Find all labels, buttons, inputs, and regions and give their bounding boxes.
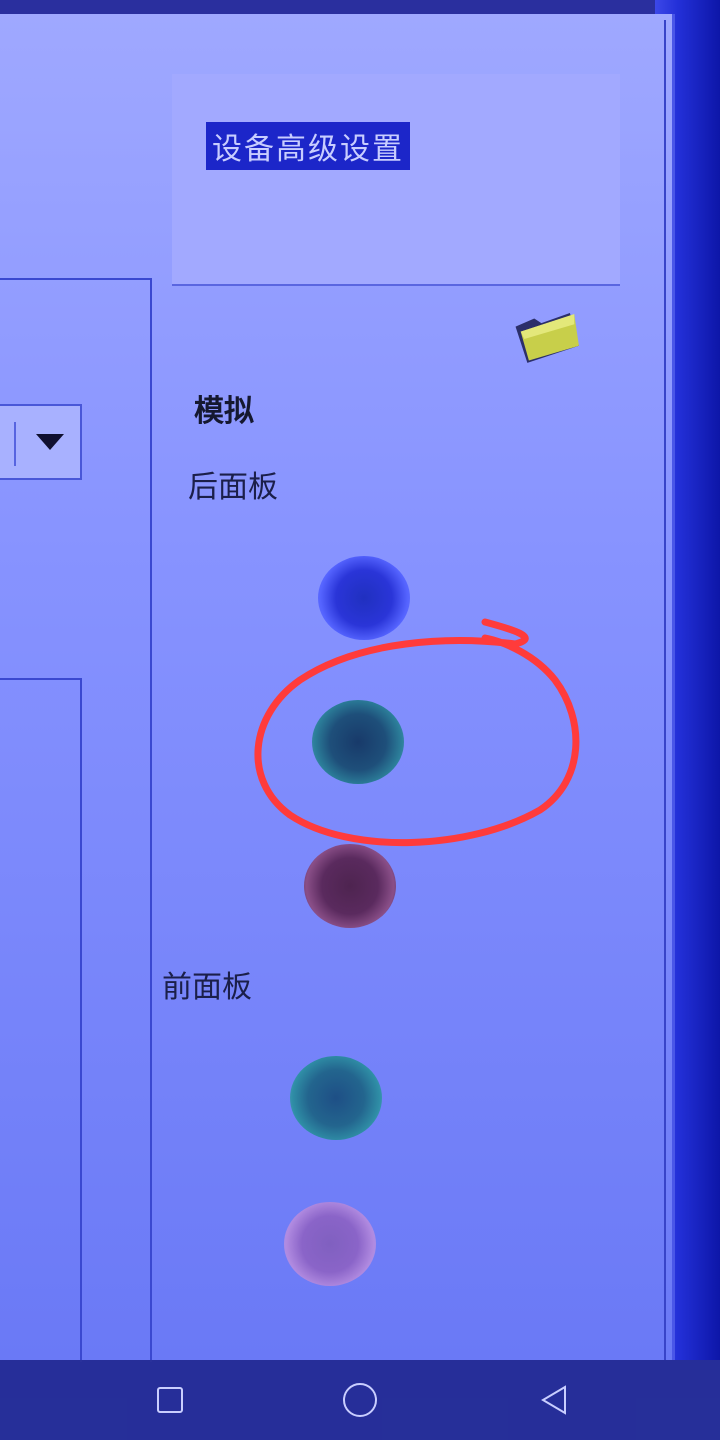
android-nav-bar [0,1360,720,1440]
left-inner-panel [0,678,82,1362]
annotation-circle [254,618,580,847]
dropdown-separator [14,422,16,466]
front-pink-port[interactable] [284,1202,376,1286]
recent-apps-button[interactable] [110,1360,230,1440]
square-icon [157,1387,183,1413]
front-green-port[interactable] [290,1056,382,1140]
front-panel-label: 前面板 [162,970,252,1005]
advanced-settings-link[interactable]: 设备高级设置 [206,122,410,170]
circle-icon [343,1383,377,1417]
mode-label: 模拟 [194,394,254,429]
back-button[interactable] [494,1360,614,1440]
device-dropdown[interactable] [0,404,82,480]
panel-header: 设备高级设置 [172,74,620,286]
home-button[interactable] [300,1360,420,1440]
rear-panel-label: 后面板 [188,470,278,505]
dropdown-arrow-icon[interactable] [36,434,64,450]
triangle-back-icon [541,1385,566,1415]
